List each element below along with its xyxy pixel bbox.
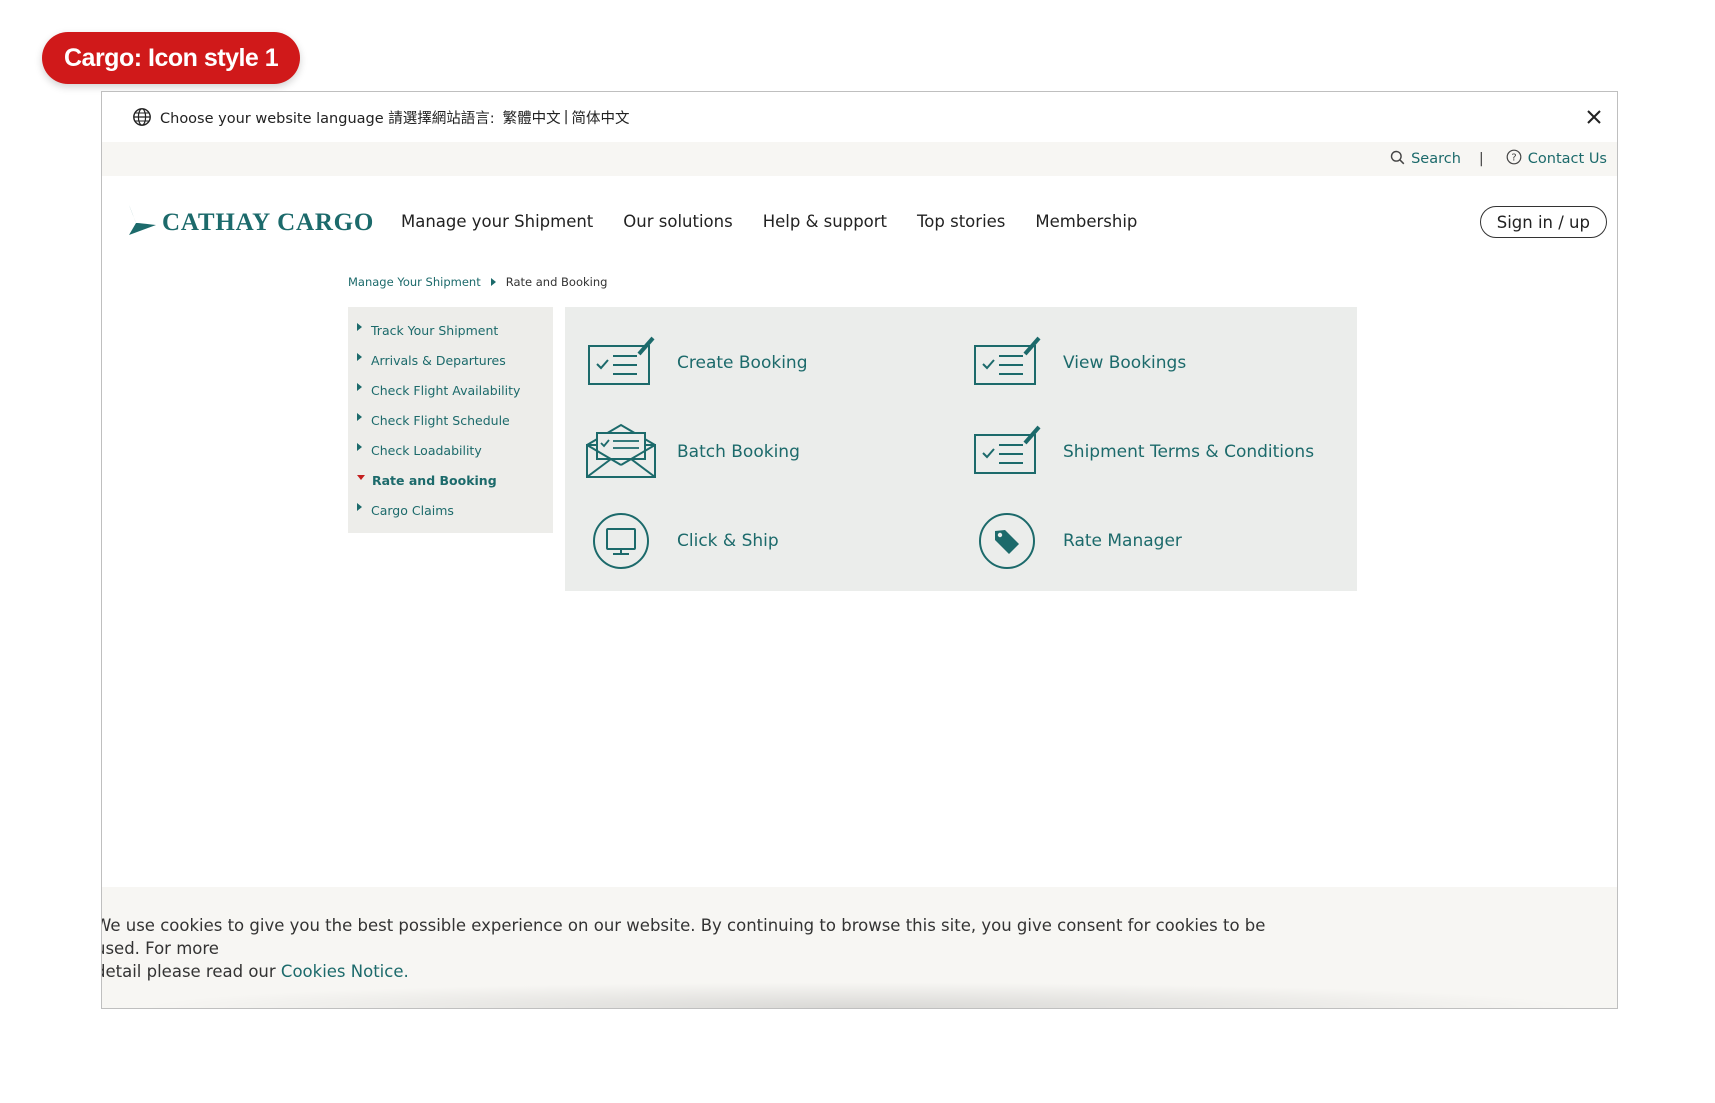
cookie-banner: We use cookies to give you the best poss… (102, 887, 1617, 1008)
rate-manager-card[interactable]: Rate Manager (969, 510, 1182, 572)
caret-right-icon (357, 323, 362, 331)
create-booking-label: Create Booking (677, 353, 808, 373)
language-separator: | (563, 109, 569, 125)
globe-icon (132, 107, 152, 127)
sidebar-item-cargo-claims[interactable]: Cargo Claims (348, 495, 553, 525)
caret-right-icon (357, 443, 362, 451)
sidebar-item-label: Check Flight Availability (371, 382, 521, 398)
shipment-terms-card[interactable]: Shipment Terms & Conditions (969, 421, 1314, 483)
language-option-simplified[interactable]: 简体中文 (572, 107, 630, 128)
search-icon (1390, 150, 1405, 169)
caret-down-icon (357, 474, 365, 480)
sidebar-item-label: Rate and Booking (372, 472, 497, 488)
sidebar-item-loadability[interactable]: Check Loadability (348, 435, 553, 465)
caret-right-icon (357, 503, 362, 511)
caret-right-icon (357, 413, 362, 421)
cookies-notice-link[interactable]: Cookies Notice. (281, 962, 409, 981)
sidebar-item-arrivals-departures[interactable]: Arrivals & Departures (348, 345, 553, 375)
search-label: Search (1411, 151, 1461, 167)
help-icon: ? (1506, 149, 1522, 169)
cathay-cargo-logo[interactable]: CATHAY CARGO (128, 204, 374, 242)
sidebar-item-label: Track Your Shipment (371, 322, 499, 338)
brushwing-icon (128, 204, 158, 242)
batch-booking-label: Batch Booking (677, 442, 800, 462)
nav-manage-shipment[interactable]: Manage your Shipment (401, 212, 593, 231)
cookie-line-1: We use cookies to give you the best poss… (101, 916, 1266, 958)
sidebar-item-flight-availability[interactable]: Check Flight Availability (348, 375, 553, 405)
sidebar-item-label: Cargo Claims (371, 502, 454, 518)
nav-our-solutions[interactable]: Our solutions (623, 212, 732, 231)
sidebar-item-label: Check Loadability (371, 442, 482, 458)
cookie-banner-shadow (132, 982, 1587, 1008)
sidebar-item-label: Check Flight Schedule (371, 412, 510, 428)
svg-text:?: ? (1511, 153, 1516, 164)
breadcrumb: Manage Your Shipment Rate and Booking (348, 275, 607, 289)
caret-right-icon (357, 353, 362, 361)
create-booking-card[interactable]: Create Booking (583, 332, 808, 394)
rate-manager-label: Rate Manager (1063, 531, 1182, 551)
close-icon[interactable] (1583, 106, 1605, 128)
sidebar-item-label: Arrivals & Departures (371, 352, 506, 368)
style-label-badge: Cargo: Icon style 1 (42, 32, 301, 84)
primary-nav-links: Manage your Shipment Our solutions Help … (401, 212, 1137, 231)
shipment-terms-label: Shipment Terms & Conditions (1063, 442, 1315, 462)
utility-bar: Search | ? Contact Us (102, 142, 1617, 176)
contact-us-link[interactable]: ? Contact Us (1506, 149, 1607, 169)
contact-us-label: Contact Us (1527, 151, 1607, 167)
language-bar: Choose your website language 請選擇網站語言: 繁體… (102, 92, 1617, 142)
utility-separator: | (1478, 151, 1484, 167)
sign-in-button[interactable]: Sign in / up (1479, 206, 1607, 238)
price-tag-icon (969, 510, 1045, 572)
checklist-form-icon (969, 421, 1045, 483)
nav-membership[interactable]: Membership (1035, 212, 1137, 231)
nav-help-support[interactable]: Help & support (763, 212, 887, 231)
checklist-form-icon (969, 332, 1045, 394)
click-ship-label: Click & Ship (677, 531, 779, 551)
booking-options-panel: Create Booking View Bookings Batch Booki… (565, 307, 1357, 591)
click-ship-card[interactable]: Click & Ship (583, 510, 779, 572)
envelope-icon (583, 421, 659, 483)
breadcrumb-parent[interactable]: Manage Your Shipment (348, 275, 481, 289)
cookie-message: We use cookies to give you the best poss… (101, 914, 1295, 983)
monitor-circle-icon (583, 510, 659, 572)
cookie-line-2: detail please read our (101, 962, 281, 981)
checklist-form-icon (583, 332, 659, 394)
side-menu: Track Your Shipment Arrivals & Departure… (348, 307, 553, 533)
breadcrumb-arrow-icon (490, 278, 496, 286)
batch-booking-card[interactable]: Batch Booking (583, 421, 800, 483)
sidebar-item-track-shipment[interactable]: Track Your Shipment (348, 315, 553, 345)
sidebar-item-rate-booking[interactable]: Rate and Booking (348, 465, 553, 495)
caret-right-icon (357, 383, 362, 391)
language-option-traditional[interactable]: 繁體中文 (503, 107, 561, 128)
language-prompt: Choose your website language 請選擇網站語言: (160, 110, 495, 127)
view-bookings-card[interactable]: View Bookings (969, 332, 1186, 394)
logo-wordmark: CATHAY CARGO (162, 209, 375, 236)
breadcrumb-current: Rate and Booking (505, 275, 608, 289)
search-link[interactable]: Search (1390, 150, 1461, 169)
sidebar-item-flight-schedule[interactable]: Check Flight Schedule (348, 405, 553, 435)
view-bookings-label: View Bookings (1063, 353, 1187, 373)
nav-top-stories[interactable]: Top stories (917, 212, 1005, 231)
browser-frame: Choose your website language 請選擇網站語言: 繁體… (101, 91, 1618, 1009)
